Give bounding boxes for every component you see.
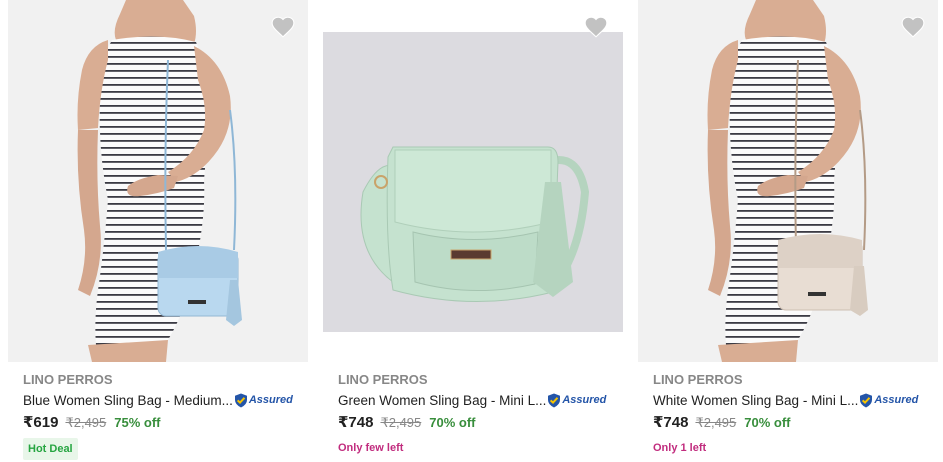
selling-price: ₹748 — [338, 414, 374, 431]
assured-badge: Assured — [547, 393, 606, 408]
heart-icon[interactable] — [900, 14, 926, 40]
discount-percent: 75% off — [114, 415, 161, 430]
heart-icon[interactable] — [270, 14, 296, 40]
product-card[interactable]: LINO PERROS Green Women Sling Bag - Mini… — [323, 0, 623, 462]
selling-price: ₹619 — [23, 414, 59, 431]
product-info: LINO PERROS Blue Women Sling Bag - Mediu… — [23, 372, 308, 460]
assured-badge: Assured — [234, 393, 293, 408]
product-title[interactable]: Blue Women Sling Bag - Medium... — [23, 393, 233, 408]
discount-percent: 70% off — [429, 415, 476, 430]
product-card[interactable]: LINO PERROS White Women Sling Bag - Mini… — [638, 0, 938, 462]
assured-badge: Assured — [859, 393, 918, 408]
brand-name: LINO PERROS — [653, 372, 743, 387]
stock-note: Only 1 left — [653, 442, 707, 454]
product-image[interactable] — [323, 0, 623, 362]
brand-name: LINO PERROS — [338, 372, 428, 387]
brand-name: LINO PERROS — [23, 372, 113, 387]
product-info: LINO PERROS White Women Sling Bag - Mini… — [653, 372, 938, 454]
discount-percent: 70% off — [744, 415, 791, 430]
product-title[interactable]: Green Women Sling Bag - Mini L... — [338, 393, 546, 408]
original-price: ₹2,495 — [695, 415, 737, 430]
shield-icon — [548, 393, 561, 407]
product-title[interactable]: White Women Sling Bag - Mini L... — [653, 393, 858, 408]
hot-deal-badge: Hot Deal — [23, 438, 78, 460]
selling-price: ₹748 — [653, 414, 689, 431]
shield-icon — [860, 393, 873, 407]
heart-icon[interactable] — [583, 14, 609, 40]
product-info: LINO PERROS Green Women Sling Bag - Mini… — [338, 372, 623, 454]
product-image[interactable] — [8, 0, 308, 362]
original-price: ₹2,495 — [380, 415, 422, 430]
product-card[interactable]: LINO PERROS Blue Women Sling Bag - Mediu… — [8, 0, 308, 462]
product-image[interactable] — [638, 0, 938, 362]
original-price: ₹2,495 — [65, 415, 107, 430]
stock-note: Only few left — [338, 442, 404, 454]
shield-icon — [234, 393, 247, 407]
